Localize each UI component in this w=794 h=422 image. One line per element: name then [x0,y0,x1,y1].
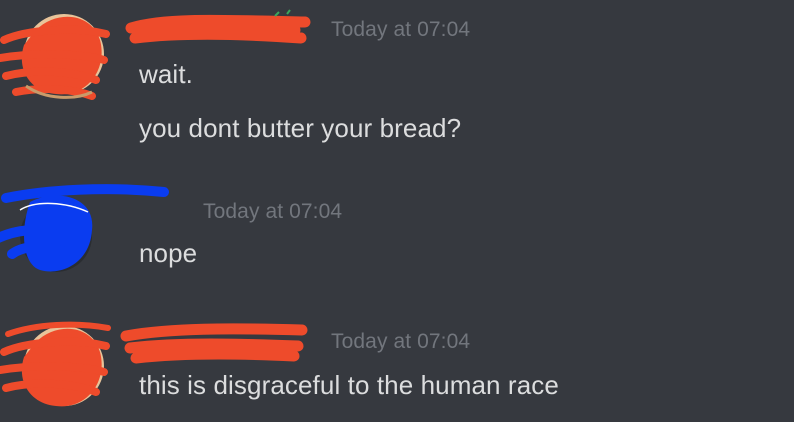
message-timestamp: Today at 07:04 [331,18,471,41]
redacted-avatar-scribble [0,14,110,100]
message-text: you dont butter your bread? [139,113,462,143]
redacted-avatar-scribble [0,321,111,407]
avatar[interactable] [0,321,111,407]
message-timestamp: Today at 07:04 [331,330,471,353]
message-timestamp: Today at 07:04 [203,200,343,223]
chat-message-list: Today at 07:04 wait. you dont butter you… [0,0,794,416]
message-text: wait. [139,59,193,89]
message-text: nope [139,238,198,268]
avatar[interactable] [0,184,169,274]
avatar[interactable] [0,14,110,100]
redacted-avatar-scribble [0,184,169,272]
redacted-username-scribble [120,323,308,364]
redacted-username-scribble [125,9,311,44]
message-text: this is disgraceful to the human race [139,370,559,400]
